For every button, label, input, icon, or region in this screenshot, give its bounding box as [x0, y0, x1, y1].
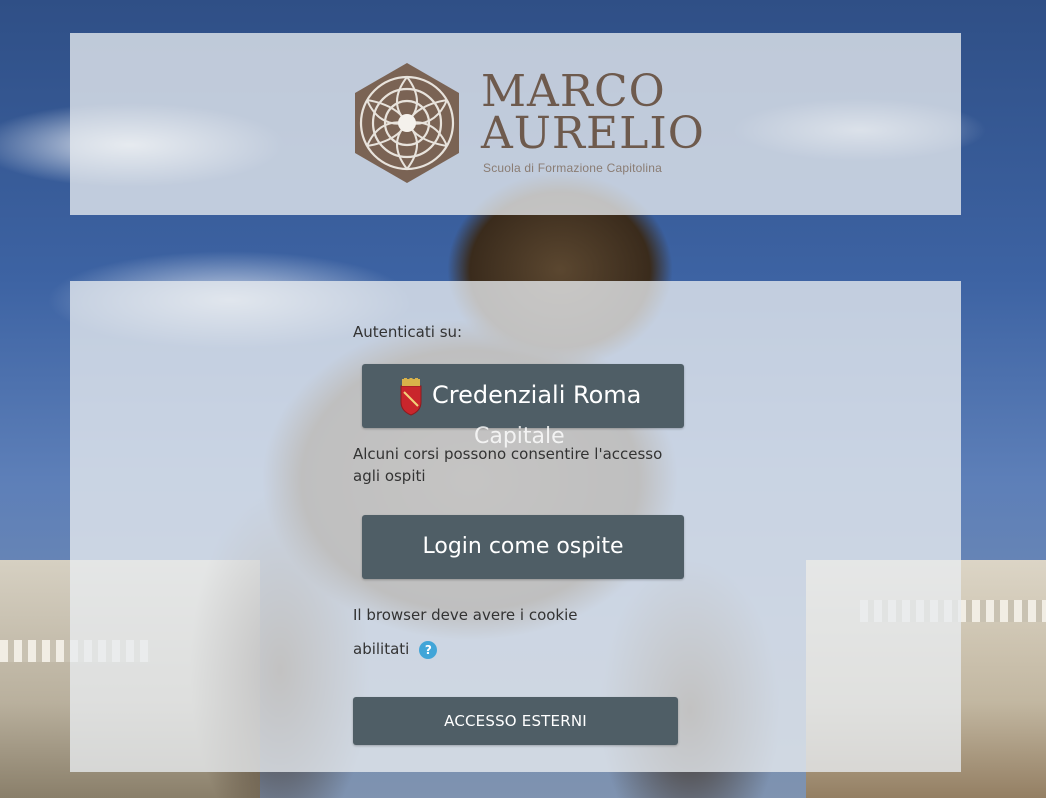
- guest-info-text: Alcuni corsi possono consentire l'access…: [353, 445, 663, 485]
- cookie-info-line2: abilitati?: [353, 638, 438, 660]
- cookie-info-line1: Il browser deve avere i cookie: [353, 606, 578, 624]
- logo-subtitle: Scuola di Formazione Capitolina: [483, 161, 662, 175]
- guest-login-button[interactable]: Login come ospite: [362, 515, 684, 579]
- login-panel: Autenticati su: Credenziali Roma Capital…: [70, 281, 961, 772]
- authenticate-label: Autenticati su:: [353, 323, 463, 341]
- logo-title-line1: MARCO: [481, 66, 666, 117]
- external-access-button[interactable]: ACCESSO ESTERNI: [353, 697, 678, 745]
- logo-title-line2: AURELIO: [481, 108, 705, 159]
- roma-credentials-label: Credenziali Roma: [432, 381, 642, 409]
- roma-credentials-button[interactable]: Credenziali Roma Capitale: [362, 364, 684, 449]
- logo-title: MARCO AURELIO: [481, 66, 705, 159]
- cookie-info-text: abilitati: [353, 640, 410, 658]
- roma-crest-icon: [400, 378, 422, 416]
- header-panel: MARCO AURELIO Scuola di Formazione Capit…: [70, 33, 961, 215]
- site-logo[interactable]: MARCO AURELIO Scuola di Formazione Capit…: [345, 61, 704, 191]
- help-icon[interactable]: ?: [419, 640, 438, 659]
- logo-mark-icon: [355, 63, 459, 183]
